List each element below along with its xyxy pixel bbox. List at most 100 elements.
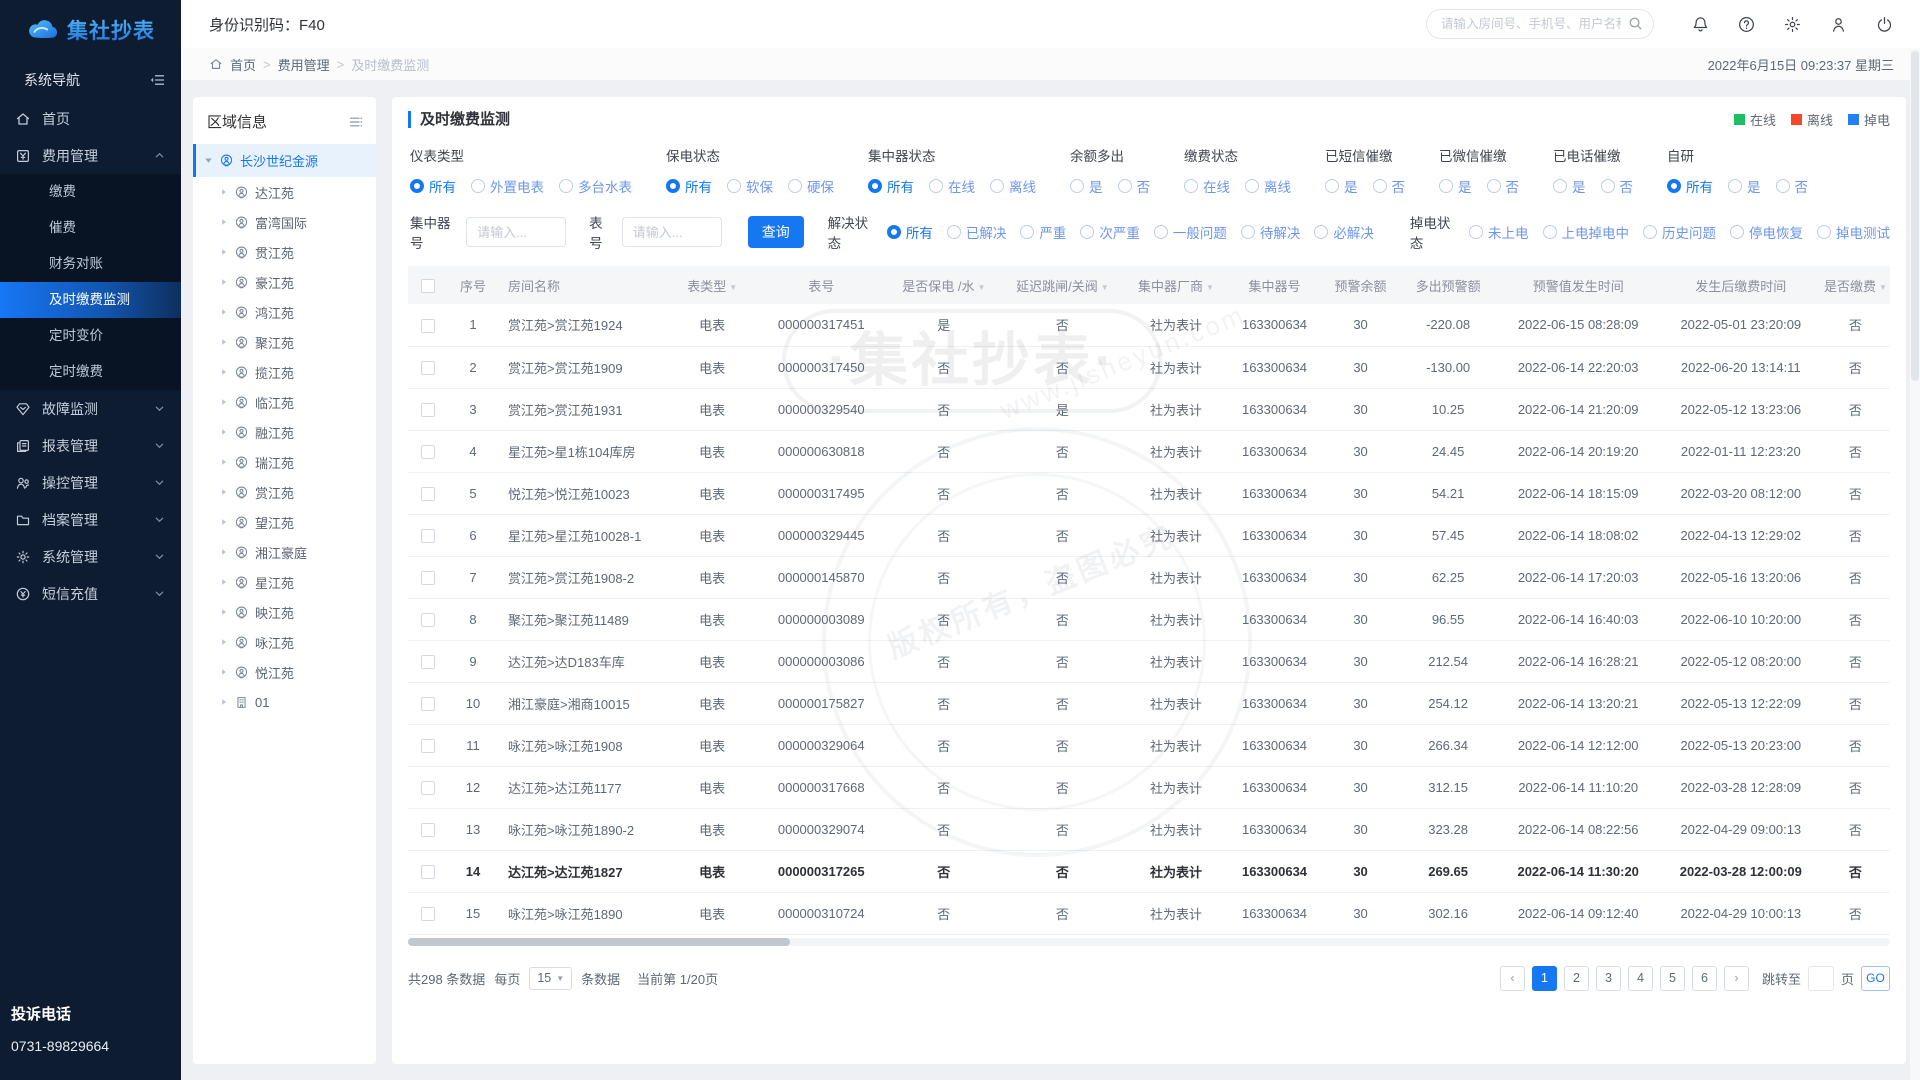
tree-node[interactable]: 咏江苑	[193, 627, 376, 657]
caret-right-icon[interactable]	[220, 578, 228, 586]
table-row[interactable]: 5悦江苑>悦江苑10023电表000000317495否否社为表计1633006…	[408, 472, 1890, 514]
radio-icon[interactable]	[1439, 179, 1453, 193]
caret-right-icon[interactable]	[220, 368, 228, 376]
table-column-header[interactable]: 集中器厂商▼	[1123, 266, 1228, 304]
table-row[interactable]: 6星江苑>星江苑10028-1电表000000329445否否社为表计16330…	[408, 514, 1890, 556]
sidebar-item-fee[interactable]: 费用管理	[0, 137, 181, 174]
caret-right-icon[interactable]	[220, 638, 228, 646]
breadcrumb-item[interactable]: 费用管理	[278, 55, 330, 74]
radio-icon[interactable]	[1080, 225, 1094, 239]
tree-node[interactable]: 瑞江苑	[193, 447, 376, 477]
jump-page-input[interactable]	[1808, 966, 1834, 991]
tree-node[interactable]: 豪江苑	[193, 267, 376, 297]
page-button-3[interactable]: 3	[1596, 966, 1621, 991]
radio-option[interactable]: 硬保	[788, 176, 834, 196]
sidebar-item-archive[interactable]: 档案管理	[0, 501, 181, 538]
submenu-item[interactable]: 财务对账	[0, 246, 181, 282]
caret-right-icon[interactable]	[220, 338, 228, 346]
power-icon[interactable]	[1875, 15, 1894, 34]
radio-option[interactable]: 在线	[929, 176, 975, 196]
radio-icon[interactable]	[559, 179, 573, 193]
row-checkbox[interactable]	[421, 571, 435, 585]
submenu-item[interactable]: 缴费	[0, 174, 181, 210]
caret-right-icon[interactable]	[220, 398, 228, 406]
radio-icon[interactable]	[947, 225, 961, 239]
submenu-item[interactable]: 定时缴费	[0, 354, 181, 390]
user-icon[interactable]	[1829, 15, 1848, 34]
caret-right-icon[interactable]	[220, 608, 228, 616]
tree-node[interactable]: 望江苑	[193, 507, 376, 537]
radio-icon[interactable]	[1241, 225, 1255, 239]
radio-option[interactable]: 是	[1553, 176, 1586, 196]
radio-option[interactable]: 必解决	[1314, 222, 1374, 242]
radio-option[interactable]: 否	[1601, 176, 1634, 196]
row-checkbox[interactable]	[421, 865, 435, 879]
radio-option[interactable]: 离线	[990, 176, 1036, 196]
table-row[interactable]: 2赏江苑>赏江苑1909电表000000317450否否社为表计16330063…	[408, 346, 1890, 388]
caret-right-icon[interactable]	[220, 458, 228, 466]
radio-option[interactable]: 是	[1325, 176, 1358, 196]
radio-option[interactable]: 所有	[887, 222, 933, 242]
radio-icon[interactable]	[1184, 179, 1198, 193]
menu-collapse-icon[interactable]	[149, 72, 165, 88]
sidebar-item-report[interactable]: 报表管理	[0, 427, 181, 464]
row-checkbox[interactable]	[421, 613, 435, 627]
radio-option[interactable]: 掉电测试	[1817, 222, 1890, 242]
table-row[interactable]: 9达江苑>达D183车库电表000000003086否否社为表计16330063…	[408, 640, 1890, 682]
select-all-checkbox[interactable]	[421, 279, 435, 293]
caret-right-icon[interactable]	[220, 488, 228, 496]
row-checkbox[interactable]	[421, 655, 435, 669]
table-column-header[interactable]: 表类型▼	[668, 266, 756, 304]
row-checkbox[interactable]	[421, 697, 435, 711]
per-page-select[interactable]: 15 ▼	[529, 967, 572, 990]
tree-node[interactable]: 映江苑	[193, 597, 376, 627]
table-column-header[interactable]	[408, 266, 448, 304]
row-checkbox[interactable]	[421, 487, 435, 501]
table-row[interactable]: 1赏江苑>赏江苑1924电表000000317451是否社为表计16330063…	[408, 304, 1890, 346]
radio-icon[interactable]	[1154, 225, 1168, 239]
tree-node[interactable]: 01	[193, 687, 376, 717]
page-button-6[interactable]: 6	[1692, 966, 1717, 991]
page-button-2[interactable]: 2	[1564, 966, 1589, 991]
table-row[interactable]: 7赏江苑>赏江苑1908-2电表000000145870否否社为表计163300…	[408, 556, 1890, 598]
radio-option[interactable]: 次严重	[1080, 222, 1140, 242]
radio-option[interactable]: 是	[1728, 176, 1761, 196]
help-icon[interactable]	[1737, 15, 1756, 34]
table-row[interactable]: 8聚江苑>聚江苑11489电表000000003089否否社为表计1633006…	[408, 598, 1890, 640]
radio-option[interactable]: 严重	[1020, 222, 1066, 242]
prev-page-button[interactable]: ‹	[1500, 966, 1525, 991]
row-checkbox[interactable]	[421, 361, 435, 375]
home-icon[interactable]	[209, 57, 223, 71]
sort-caret-icon[interactable]: ▼	[729, 283, 737, 292]
row-checkbox[interactable]	[421, 907, 435, 921]
radio-option[interactable]: 否	[1776, 176, 1809, 196]
radio-icon[interactable]	[1245, 179, 1259, 193]
tree-node[interactable]: 揽江苑	[193, 357, 376, 387]
radio-option[interactable]: 否	[1487, 176, 1520, 196]
row-checkbox[interactable]	[421, 403, 435, 417]
radio-icon[interactable]	[1469, 225, 1483, 239]
search-icon[interactable]	[1628, 16, 1643, 31]
tree-node[interactable]: 星江苑	[193, 567, 376, 597]
page-button-5[interactable]: 5	[1660, 966, 1685, 991]
radio-icon[interactable]	[1730, 225, 1744, 239]
concentrator-input[interactable]	[466, 217, 566, 247]
radio-option[interactable]: 是	[1439, 176, 1472, 196]
radio-icon[interactable]	[1667, 179, 1681, 193]
radio-icon[interactable]	[1643, 225, 1657, 239]
meter-input[interactable]	[622, 217, 722, 247]
radio-option[interactable]: 外置电表	[471, 176, 544, 196]
tree-list-icon[interactable]	[348, 114, 364, 130]
sort-caret-icon[interactable]: ▼	[1101, 283, 1109, 292]
radio-icon[interactable]	[1020, 225, 1034, 239]
submenu-item[interactable]: 定时变价	[0, 318, 181, 354]
sidebar-item-control[interactable]: 操控管理	[0, 464, 181, 501]
radio-option[interactable]: 所有	[410, 176, 456, 196]
radio-icon[interactable]	[1728, 179, 1742, 193]
table-column-header[interactable]: 是否保电 /水▼	[886, 266, 1001, 304]
tree-node[interactable]: 悦江苑	[193, 657, 376, 687]
row-checkbox[interactable]	[421, 445, 435, 459]
query-button[interactable]: 查询	[748, 216, 804, 248]
radio-option[interactable]: 多台水表	[559, 176, 632, 196]
page-button-1[interactable]: 1	[1532, 966, 1557, 991]
